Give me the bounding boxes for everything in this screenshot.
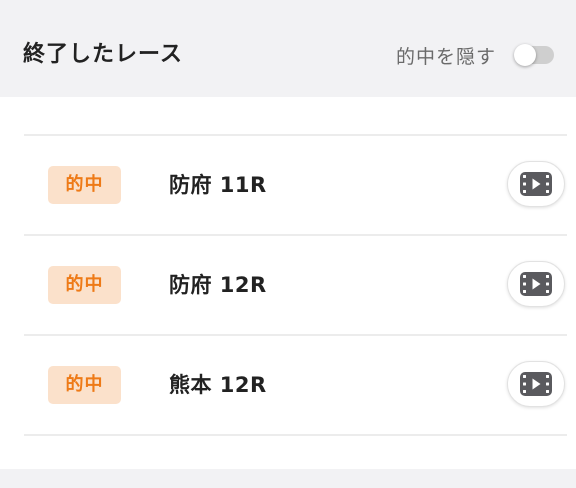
finished-race-list: 的中 防府 11R 的中 防府 12R 的中 熊本 12R — [24, 134, 567, 436]
hit-badge: 的中 — [48, 266, 121, 304]
hit-badge: 的中 — [48, 366, 121, 404]
toggle-knob — [514, 44, 536, 66]
hide-hits-label: 的中を隠す — [395, 45, 496, 68]
bottom-section-band — [0, 469, 576, 488]
video-button[interactable] — [507, 161, 565, 207]
hit-badge: 的中 — [48, 166, 121, 204]
hide-hits-toggle[interactable] — [514, 44, 554, 66]
race-row[interactable]: 的中 防府 11R — [24, 134, 567, 234]
video-button[interactable] — [507, 361, 565, 407]
race-name: 防府 11R — [169, 173, 267, 197]
race-name: 防府 12R — [169, 273, 267, 297]
race-name: 熊本 12R — [169, 373, 267, 397]
video-button[interactable] — [507, 261, 565, 307]
video-play-icon — [520, 172, 552, 196]
race-row[interactable]: 的中 防府 12R — [24, 234, 567, 334]
hide-hits-control: 的中を隠す — [396, 40, 554, 70]
section-title: 終了したレース — [23, 42, 183, 67]
race-row[interactable]: 的中 熊本 12R — [24, 334, 567, 436]
header-bar: 終了したレース 的中を隠す — [0, 0, 576, 97]
video-play-icon — [520, 272, 552, 296]
video-play-icon — [520, 372, 552, 396]
